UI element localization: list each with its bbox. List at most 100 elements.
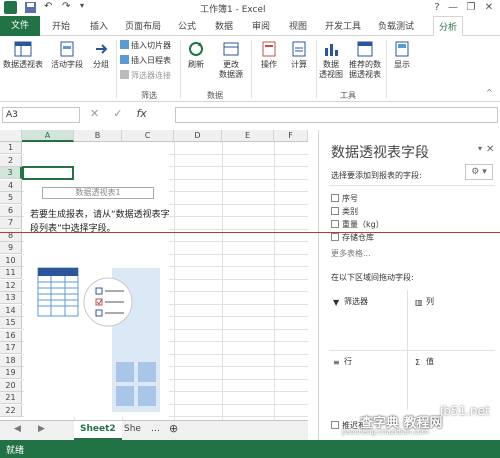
customize-toolbar-icon[interactable]: ▾	[80, 1, 93, 14]
show-button[interactable]: 显示	[390, 40, 414, 70]
checkbox[interactable]	[331, 220, 339, 228]
actions-button[interactable]: 操作	[256, 40, 282, 70]
row-header[interactable]: 9	[0, 242, 22, 254]
tab-insert[interactable]: 插入	[90, 19, 108, 32]
row-header[interactable]: 20	[0, 379, 22, 392]
close-button[interactable]: ✕	[482, 1, 496, 14]
row-header[interactable]: 12	[0, 279, 22, 292]
row-header[interactable]: 6	[0, 204, 22, 217]
pivot-chart-button[interactable]: 数据 透视图	[318, 40, 344, 80]
pane-options-icon[interactable]: ▾	[478, 144, 482, 153]
column-header[interactable]: E	[222, 130, 274, 142]
zone-values[interactable]: Σ值	[415, 356, 434, 367]
tab-view[interactable]: 视图	[289, 19, 307, 32]
active-field-icon	[60, 41, 74, 57]
recommended-pivot-button[interactable]: 推荐的数 据透视表	[347, 40, 383, 80]
filter-icon: ▼	[333, 298, 340, 307]
restore-button[interactable]: ❐	[464, 1, 478, 14]
tab-page-layout[interactable]: 页面布局	[125, 19, 161, 32]
grid-column-line	[274, 142, 275, 420]
filter-connections-button[interactable]: 筛选器连接	[120, 70, 171, 81]
pivot-table-label: 数据透视表	[3, 60, 43, 69]
row-header[interactable]: 18	[0, 354, 22, 367]
row-header[interactable]: 14	[0, 304, 22, 317]
worksheet-grid[interactable]: A B C D E F 1 2 3 4 5 6 7 8 9 10 11 12 13 14 15 16 17 18 1…	[0, 130, 308, 420]
row-header[interactable]: 2	[0, 154, 22, 167]
pane-title: 数据透视表字段	[331, 145, 429, 161]
select-all-corner[interactable]	[0, 130, 22, 142]
field-checkbox-id[interactable]: 序号	[331, 193, 358, 204]
refresh-button[interactable]: 刷新	[185, 40, 207, 70]
row-header[interactable]: 11	[0, 267, 22, 279]
row-header[interactable]: 5	[0, 192, 22, 204]
insert-slicer-button[interactable]: 插入切片器	[120, 40, 171, 51]
row-header[interactable]: 22	[0, 404, 22, 417]
column-header[interactable]: F	[274, 130, 308, 142]
row-header[interactable]: 13	[0, 292, 22, 304]
field-checkbox-warehouse[interactable]: 存储仓库	[331, 232, 374, 243]
zone-columns-label: 列	[426, 297, 434, 306]
field-checkbox-category[interactable]: 类别	[331, 206, 358, 217]
row-header[interactable]: 19	[0, 367, 22, 379]
tab-home[interactable]: 开始	[52, 19, 70, 32]
tab-developer[interactable]: 开发工具	[325, 19, 361, 32]
row-header[interactable]: 4	[0, 179, 22, 192]
save-icon[interactable]	[24, 1, 37, 14]
row-header[interactable]: 15	[0, 317, 22, 329]
help-button[interactable]: ?	[430, 1, 444, 14]
row-header[interactable]: 1	[0, 142, 22, 154]
field-label: 重量（kg）	[342, 220, 384, 229]
zone-rows[interactable]: ≡ 行	[333, 356, 352, 367]
redo-icon[interactable]: ↷	[62, 1, 75, 14]
tab-file[interactable]: 文件	[0, 16, 40, 36]
zone-columns[interactable]: ▥ 列	[415, 296, 434, 307]
tab-load-test[interactable]: 负载测试	[378, 19, 414, 32]
row-header[interactable]: 16	[0, 329, 22, 342]
insert-function-icon[interactable]: fx	[136, 107, 146, 120]
add-sheet-icon[interactable]: ⊕	[163, 421, 184, 440]
sheet-tab-sheet1[interactable]: She	[118, 421, 147, 440]
field-checkbox-weight[interactable]: 重量（kg）	[331, 219, 384, 230]
row-header[interactable]: 3	[0, 167, 22, 179]
column-header[interactable]: D	[174, 130, 222, 142]
row-header[interactable]: 17	[0, 342, 22, 354]
checkbox[interactable]	[331, 207, 339, 215]
cancel-icon[interactable]: ✕	[90, 107, 99, 120]
row-header[interactable]: 21	[0, 392, 22, 404]
tab-formulas[interactable]: 公式	[178, 19, 196, 32]
sheet-tab-sheet2[interactable]: Sheet2	[74, 421, 122, 440]
selected-cell[interactable]	[22, 166, 74, 180]
scroll-left-icon[interactable]: ◀	[14, 424, 21, 434]
checkbox[interactable]	[331, 233, 339, 241]
calculations-button[interactable]: 计算	[286, 40, 312, 70]
pane-close-icon[interactable]: ✕	[486, 144, 494, 155]
zone-filters[interactable]: ▼ 筛选器	[333, 296, 368, 307]
column-header[interactable]: A	[22, 130, 74, 142]
group-label-tools: 工具	[340, 91, 356, 100]
name-box[interactable]: A3	[2, 107, 80, 123]
more-tables-link[interactable]: 更多表格...	[331, 248, 371, 259]
insert-timeline-button[interactable]: 插入日程表	[120, 55, 171, 66]
field-label: 类别	[342, 207, 358, 216]
column-header[interactable]: C	[122, 130, 174, 142]
row-header[interactable]: 7	[0, 217, 22, 229]
pane-gear-icon[interactable]: ⚙ ▾	[465, 164, 493, 180]
tab-review[interactable]: 审阅	[252, 19, 270, 32]
scroll-right-icon[interactable]: ▶	[38, 424, 45, 434]
formula-input[interactable]	[175, 107, 498, 123]
tab-data[interactable]: 数据	[215, 19, 233, 32]
active-field-button[interactable]: 活动字段	[48, 40, 86, 70]
minimize-button[interactable]: —	[446, 1, 460, 14]
undo-icon[interactable]: ↶	[44, 1, 57, 14]
change-data-source-button[interactable]: 更改 数据源	[216, 40, 246, 80]
group-button[interactable]: 分组	[90, 40, 112, 70]
pivot-table-button[interactable]: 数据透视表	[2, 40, 44, 70]
checkbox[interactable]	[331, 421, 339, 429]
checkbox[interactable]	[331, 194, 339, 202]
row-header[interactable]: 10	[0, 254, 22, 267]
column-header[interactable]: B	[74, 130, 122, 142]
collapse-ribbon-icon[interactable]: ^	[486, 88, 493, 97]
tab-analyze[interactable]: 分析	[433, 16, 464, 37]
show-label: 显示	[394, 60, 410, 69]
enter-icon[interactable]: ✓	[113, 107, 122, 120]
